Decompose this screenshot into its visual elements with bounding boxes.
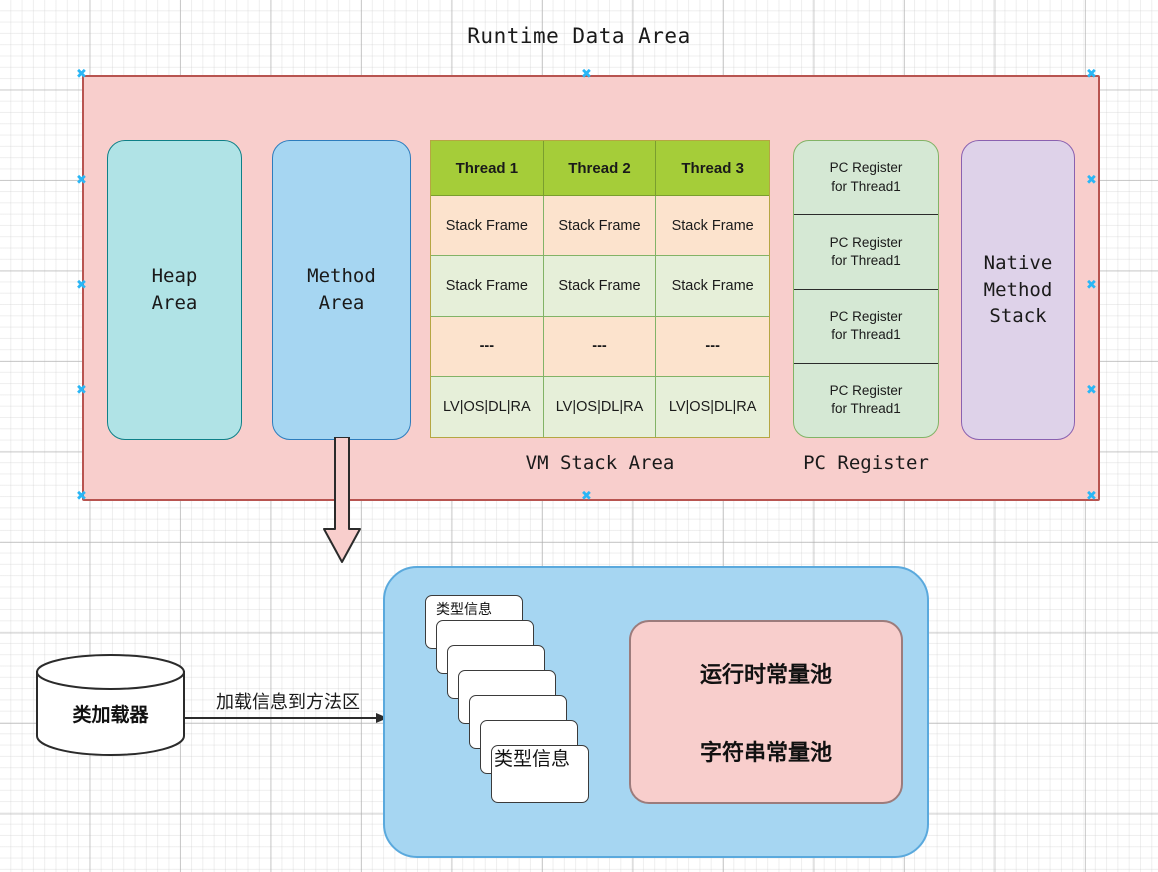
resize-handle-right-upper[interactable]: ✖ [1086, 174, 1097, 187]
pc-register-caption: PC Register [803, 452, 929, 474]
type-info-card-label-top: 类型信息 [436, 601, 492, 617]
table-cell: Stack Frame [543, 196, 657, 257]
resize-handle-left-upper[interactable]: ✖ [76, 174, 87, 187]
table-cell: Stack Frame [656, 196, 769, 257]
pc-register-line1: PC Register [829, 383, 903, 399]
table-cell: LV|OS|DL|RA [431, 376, 544, 437]
pc-register-box[interactable]: PC Register for Thread1 PC Register for … [793, 140, 939, 438]
pc-register-row: PC Register for Thread1 [794, 141, 938, 216]
pc-register-row: PC Register for Thread1 [794, 290, 938, 364]
string-constant-pool-label: 字符串常量池 [699, 740, 832, 765]
table-cell: LV|OS|DL|RA [543, 376, 657, 437]
table-row: LV|OS|DL|RA LV|OS|DL|RA LV|OS|DL|RA [431, 376, 769, 437]
table-cell: --- [431, 316, 544, 377]
pc-register-line1: PC Register [829, 160, 903, 176]
resize-handle-right-middle[interactable]: ✖ [1086, 279, 1097, 292]
method-area-to-detail-arrow [323, 437, 361, 563]
resize-handle-bottom-right[interactable]: ✖ [1086, 490, 1097, 503]
resize-handle-bottom-center[interactable]: ✖ [581, 490, 592, 503]
table-row: --- --- --- [431, 316, 769, 377]
runtime-constant-pool-label: 运行时常量池 [699, 662, 832, 687]
native-method-stack-label-line3: Stack [989, 305, 1047, 328]
table-header-row: Thread 1 Thread 2 Thread 3 [431, 141, 769, 196]
pc-register-line2: for Thread1 [831, 401, 901, 417]
resize-handle-top-right[interactable]: ✖ [1086, 68, 1097, 81]
table-cell: Stack Frame [543, 256, 657, 317]
resize-handle-left-lower[interactable]: ✖ [76, 384, 87, 397]
heap-area-label-line1: Heap [151, 265, 198, 288]
pc-register-line2: for Thread1 [831, 252, 901, 268]
table-cell: --- [543, 316, 657, 377]
constant-pool-box[interactable]: 运行时常量池 字符串常量池 [629, 620, 903, 804]
heap-area-box[interactable]: Heap Area [107, 140, 242, 440]
resize-handle-left-middle[interactable]: ✖ [76, 279, 87, 292]
table-cell: LV|OS|DL|RA [656, 376, 769, 437]
method-area-label-line1: Method [307, 265, 376, 288]
class-loader-label: 类加载器 [72, 705, 149, 726]
resize-handle-top-center[interactable]: ✖ [581, 68, 592, 81]
pc-register-line1: PC Register [829, 234, 903, 250]
resize-handle-bottom-left[interactable]: ✖ [76, 490, 87, 503]
table-row: Stack Frame Stack Frame Stack Frame [431, 256, 769, 317]
table-cell: Stack Frame [656, 256, 769, 317]
native-method-stack-label-line1: Native [983, 251, 1053, 274]
pc-register-line2: for Thread1 [831, 327, 901, 343]
resize-handle-top-left[interactable]: ✖ [76, 68, 87, 81]
pc-register-row: PC Register for Thread1 [794, 215, 938, 290]
page-title: Runtime Data Area [467, 24, 691, 48]
method-area-label-line2: Area [318, 292, 365, 314]
table-cell: Stack Frame [431, 256, 544, 317]
pc-register-line1: PC Register [829, 308, 903, 324]
heap-area-label-line2: Area [151, 292, 198, 314]
table-header-thread-3: Thread 3 [656, 141, 769, 196]
vm-stack-table[interactable]: Thread 1 Thread 2 Thread 3 Stack Frame S… [430, 140, 770, 438]
table-cell: --- [656, 316, 769, 377]
table-header-thread-2: Thread 2 [543, 141, 657, 196]
vm-stack-area-caption: VM Stack Area [525, 452, 675, 474]
pc-register-line2: for Thread1 [831, 178, 901, 194]
native-method-stack-box[interactable]: Native Method Stack [961, 140, 1075, 440]
native-method-stack-label-line2: Method [983, 278, 1053, 301]
table-cell: Stack Frame [431, 196, 544, 257]
pc-register-row: PC Register for Thread1 [794, 364, 938, 437]
table-row: Stack Frame Stack Frame Stack Frame [431, 196, 769, 257]
load-info-arrow-label: 加载信息到方法区 [216, 692, 360, 712]
method-area-box[interactable]: Method Area [272, 140, 411, 440]
table-header-thread-1: Thread 1 [431, 141, 544, 196]
type-info-card-label-bottom: 类型信息 [494, 749, 571, 770]
resize-handle-right-lower[interactable]: ✖ [1086, 384, 1097, 397]
